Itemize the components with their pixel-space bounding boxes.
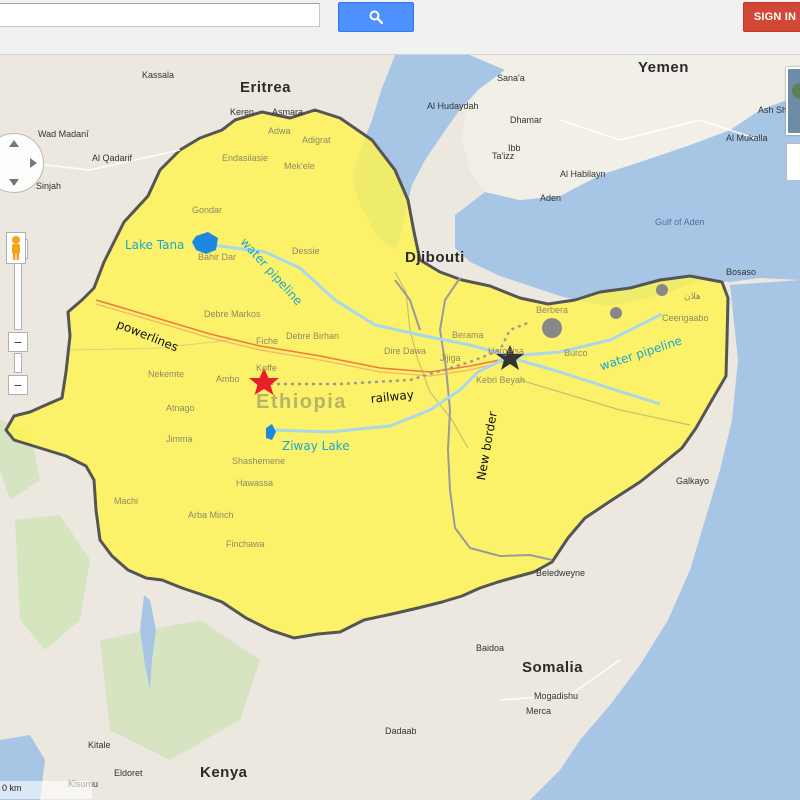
city-atnago: Atnago [166,403,195,413]
city-debre-birhan: Debre Birhan [286,331,340,341]
site-marker [542,318,562,338]
city-kebri-beyah: Kebri Beyah [476,375,526,385]
city-al-mukalla: Al Mukalla [726,133,768,143]
city-keren: Keren [230,107,255,117]
city-asmara: Asmara [272,107,304,117]
label-djibouti: Djibouti [405,249,465,266]
scale-label: 0 km [2,783,22,793]
city-eldoret: Eldoret [114,768,143,778]
top-toolbar: SIGN IN [0,0,800,55]
city-beledweyne: Beledweyne [536,568,586,578]
site-marker [610,307,622,319]
pegman-streetview-icon[interactable] [6,232,26,264]
city-dire-dawa: Dire Dawa [384,346,427,356]
label-somalia: Somalia [522,659,584,676]
satellite-view-thumbnail[interactable] [786,67,800,135]
city-baidoa: Baidoa [476,643,505,653]
city-koffe: Koffe [256,363,277,373]
city-taizz: Ta'izz [492,151,515,161]
city-burco: Burco [564,348,588,358]
site-marker [656,284,668,296]
label-eritrea: Eritrea [240,79,292,96]
city-hawassa: Hawassa [236,478,274,488]
search-input[interactable] [0,3,320,27]
label-gulf-of-aden: Gulf of Aden [655,217,705,227]
city-shashemene: Shashemene [232,456,286,466]
city-arba-minch: Arba Minch [188,510,234,520]
earth-view-thumbnail[interactable] [786,143,800,181]
city-berbera: Berbera [536,305,569,315]
city-fiche: Fiche [256,336,279,346]
search-button[interactable] [338,2,414,32]
label-yemen: Yemen [638,59,689,76]
annotation-lake-tana: Lake Tana [125,238,185,252]
city-aden: Aden [540,193,562,203]
sign-in-button[interactable]: SIGN IN [743,2,800,32]
city-dessie: Dessie [292,246,320,256]
city-hargeisa: Hargeisa [488,346,525,356]
city-gondar: Gondar [192,205,223,215]
scale-bar: 0 km [0,781,92,799]
city-adigrat: Adigrat [302,135,331,145]
map-canvas[interactable]: Eritrea Yemen Djibouti Ethiopia Somalia … [0,55,800,800]
city-berama: Berama [452,330,484,340]
city-al-hudaydah: Al Hudaydah [427,101,479,111]
city-ambo: Ambo [216,374,240,384]
city-nekemte: Nekemte [148,369,185,379]
city-debre-markos: Debre Markos [204,309,261,319]
city-finchawa: Finchawa [226,539,265,549]
label-ethiopia: Ethiopia [256,391,347,413]
city-al-qadarif: Al Qadarif [92,153,133,163]
city-al-habilayn: Al Habilayn [560,169,606,179]
city-sanaa: Sana'a [497,73,525,83]
city-bosaso: Bosaso [726,267,757,277]
city-merca: Merca [526,706,552,716]
city-ceerigaabo: Ceerigaabo [662,313,709,323]
city-mekele: Mek'ele [284,161,315,171]
city-dadaab: Dadaab [385,726,417,736]
city-endasilasie: Endasilasie [222,153,269,163]
pan-control[interactable] [0,133,44,193]
city-adwa: Adwa [268,126,291,136]
city-mogadishu: Mogadishu [534,691,579,701]
city-jijiga: Jijiga [440,353,461,363]
city-arabic-label: هلان [684,291,701,301]
city-kassala: Kassala [142,70,175,80]
label-kenya: Kenya [200,764,248,781]
city-kitale: Kitale [88,740,111,750]
city-bahir-dar: Bahir Dar [198,252,237,262]
annotation-ziway-lake: Ziway Lake [282,439,350,453]
city-wad-madani: Wad Madanī [38,129,89,139]
magnifier-icon [369,10,383,24]
pan-arrows-icon [9,140,37,186]
city-machi: Machi [114,496,139,506]
city-dhamar: Dhamar [510,115,543,125]
map-layer [0,55,800,800]
city-galkayo: Galkayo [676,476,710,486]
city-jimma: Jimma [166,434,193,444]
